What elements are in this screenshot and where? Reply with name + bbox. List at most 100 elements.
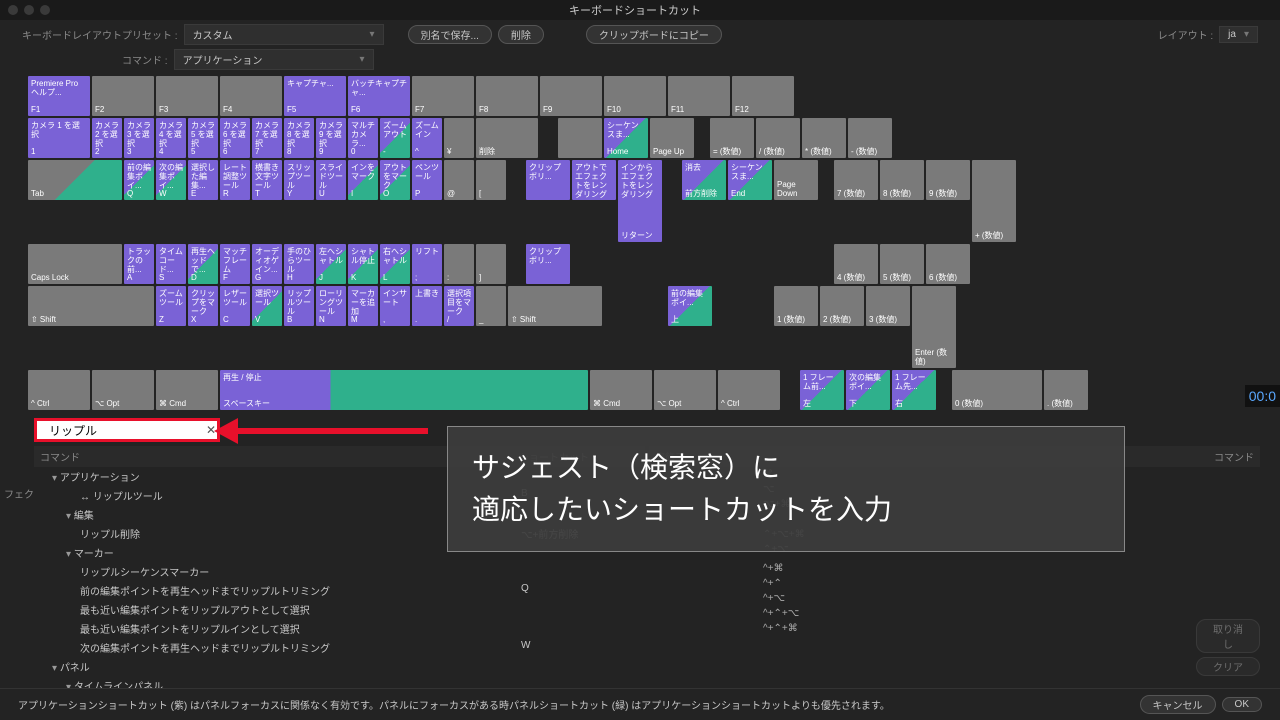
key[interactable]: シーケンスま...End xyxy=(728,160,772,200)
key[interactable]: * (数値) xyxy=(802,118,846,158)
key[interactable]: マーカーを追加M xyxy=(348,286,378,326)
key[interactable]: Page Up xyxy=(650,118,694,158)
key[interactable]: F12 xyxy=(732,76,794,116)
key[interactable]: レート調整ツールR xyxy=(220,160,250,200)
key[interactable]: @ xyxy=(444,160,474,200)
key[interactable]: 次の編集ポイ...W xyxy=(156,160,186,200)
key[interactable]: キャプチャ...F5 xyxy=(284,76,346,116)
key[interactable]: ¥ xyxy=(444,118,474,158)
key[interactable]: 1 フレーム前...左 xyxy=(800,370,844,410)
key[interactable]: オーディオゲイン...G xyxy=(252,244,282,284)
key[interactable]: ] xyxy=(476,244,506,284)
key[interactable]: [ xyxy=(476,160,506,200)
key[interactable]: ⌥ Opt xyxy=(92,370,154,410)
key[interactable]: 1 フレーム先...右 xyxy=(892,370,936,410)
list-item[interactable]: 最も近い編集ポイントをリップルインとして選択 xyxy=(34,619,645,638)
key[interactable]: 選択ツールV xyxy=(252,286,282,326)
key[interactable]: F11 xyxy=(668,76,730,116)
key[interactable]: 7 (数値) xyxy=(834,160,878,200)
key[interactable]: Tab xyxy=(28,160,122,200)
key[interactable]: 右へシャトルL xyxy=(380,244,410,284)
key[interactable]: ズームツールZ xyxy=(156,286,186,326)
key[interactable]: ^ Ctrl xyxy=(28,370,90,410)
key[interactable]: Premiere Pro ヘルプ...F1 xyxy=(28,76,90,116)
list-item[interactable]: 最も近い編集ポイントをリップルアウトとして選択 xyxy=(34,600,645,619)
key[interactable]: ⇧ Shift xyxy=(28,286,154,326)
key[interactable]: カメラ 2 を選択2 xyxy=(92,118,122,158)
key[interactable]: 6 (数値) xyxy=(926,244,970,284)
key[interactable]: 再生ヘッドで...D xyxy=(188,244,218,284)
key[interactable]: マッチフレームF xyxy=(220,244,250,284)
key[interactable]: レザーツールC xyxy=(220,286,250,326)
layout-select[interactable]: ja xyxy=(1219,26,1258,43)
traffic-max[interactable] xyxy=(40,5,50,15)
traffic-min[interactable] xyxy=(24,5,34,15)
key[interactable]: クリップをマークX xyxy=(188,286,218,326)
key[interactable]: F8 xyxy=(476,76,538,116)
list-item[interactable]: 前の編集ポイントを再生ヘッドまでリップルトリミングQ xyxy=(34,581,645,600)
key[interactable]: クリップボリ... xyxy=(526,160,570,200)
key[interactable]: シーケンスま...Home xyxy=(604,118,648,158)
list-item[interactable]: リップルシーケンスマーカー xyxy=(34,562,645,581)
key[interactable]: インをマークI xyxy=(348,160,378,200)
key[interactable]: _ xyxy=(476,286,506,326)
undo-button[interactable]: 取り消し xyxy=(1196,619,1260,653)
ok-button[interactable]: OK xyxy=(1222,697,1262,712)
key[interactable]: F9 xyxy=(540,76,602,116)
list-item[interactable]: ^+⌃ xyxy=(649,576,1260,591)
key[interactable]: 9 (数値) xyxy=(926,160,970,200)
key[interactable]: . (数値) xyxy=(1044,370,1088,410)
key[interactable]: アウトでエフェクトをレンダリング xyxy=(572,160,616,200)
key[interactable]: リフト; xyxy=(412,244,442,284)
preset-select[interactable]: カスタム xyxy=(184,24,384,45)
key[interactable]: タイムコード...S xyxy=(156,244,186,284)
key[interactable]: 横書き文字ツールT xyxy=(252,160,282,200)
key[interactable]: ⇧ Shift xyxy=(508,286,602,326)
key[interactable]: カメラ 3 を選択3 xyxy=(124,118,154,158)
key[interactable]: Page Down xyxy=(774,160,818,200)
key[interactable]: 消去前方削除 xyxy=(682,160,726,200)
key[interactable]: インからエフェクトをレンダリングリターン xyxy=(618,160,662,242)
key[interactable]: スライドツールU xyxy=(316,160,346,200)
key[interactable]: 次の編集ポイ...下 xyxy=(846,370,890,410)
key[interactable]: カメラ 4 を選択4 xyxy=(156,118,186,158)
key[interactable]: Caps Lock xyxy=(28,244,122,284)
search-input[interactable] xyxy=(47,422,206,438)
key[interactable]: 前の編集ポイ...上 xyxy=(668,286,712,326)
key[interactable]: F4 xyxy=(220,76,282,116)
list-item[interactable]: ^+⌥ xyxy=(649,591,1260,606)
key[interactable]: ^ Ctrl xyxy=(718,370,780,410)
key[interactable]: 上書き. xyxy=(412,286,442,326)
key[interactable]: カメラ 9 を選択9 xyxy=(316,118,346,158)
key[interactable]: 3 (数値) xyxy=(866,286,910,326)
list-item[interactable]: ^+⌃+⌥ xyxy=(649,606,1260,621)
key[interactable]: 前の編集ポイ...Q xyxy=(124,160,154,200)
key[interactable]: F3 xyxy=(156,76,218,116)
key[interactable]: カメラ 6 を選択6 xyxy=(220,118,250,158)
copy-clipboard-button[interactable]: クリップボードにコピー xyxy=(586,25,722,44)
list-item[interactable]: パネル xyxy=(34,657,645,676)
list-item[interactable]: ^+⌃+⌘ xyxy=(649,621,1260,636)
key[interactable]: カメラ 8 を選択8 xyxy=(284,118,314,158)
traffic-close[interactable] xyxy=(8,5,18,15)
key[interactable]: リップルツールB xyxy=(284,286,314,326)
key[interactable]: アウトをマークO xyxy=(380,160,410,200)
key[interactable]: 選択した編集...E xyxy=(188,160,218,200)
key[interactable]: バッチキャプチャ...F6 xyxy=(348,76,410,116)
key[interactable]: ⌘ Cmd xyxy=(590,370,652,410)
save-as-button[interactable]: 別名で保存... xyxy=(408,25,492,44)
key[interactable]: カメラ 5 を選択5 xyxy=(188,118,218,158)
key[interactable]: ペンツールP xyxy=(412,160,442,200)
key[interactable]: 0 (数値) xyxy=(952,370,1042,410)
key[interactable]: 5 (数値) xyxy=(880,244,924,284)
key[interactable]: ⌥ Opt xyxy=(654,370,716,410)
list-item[interactable]: 次の編集ポイントを再生ヘッドまでリップルトリミングW xyxy=(34,638,645,657)
key[interactable]: シャトル停止K xyxy=(348,244,378,284)
key[interactable]: F7 xyxy=(412,76,474,116)
key[interactable]: ズームアウト- xyxy=(380,118,410,158)
key[interactable]: マルチカメラ...0 xyxy=(348,118,378,158)
key[interactable] xyxy=(558,118,602,158)
key[interactable]: 8 (数値) xyxy=(880,160,924,200)
cancel-button[interactable]: キャンセル xyxy=(1140,695,1216,714)
key[interactable]: 再生 / 停止スペースキー xyxy=(220,370,588,410)
